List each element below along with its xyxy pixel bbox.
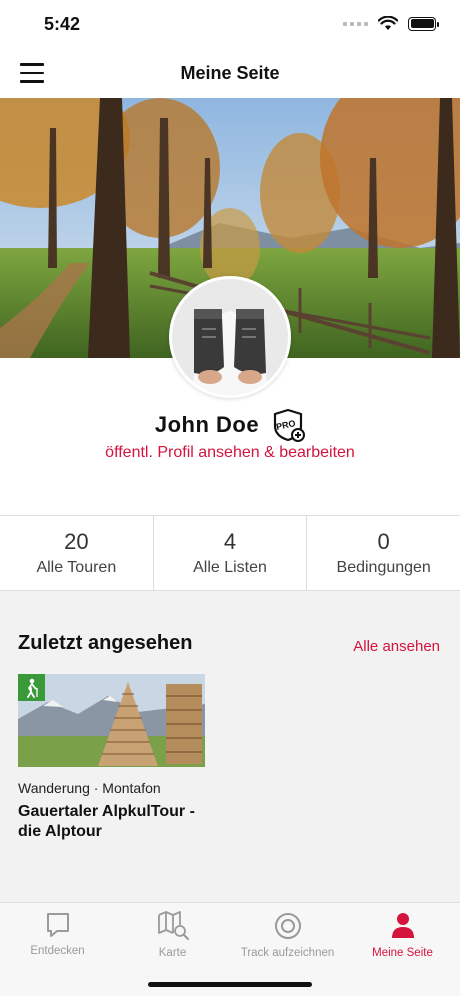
stat-label: Alle Touren [36, 559, 117, 576]
see-all-link[interactable]: Alle ansehen [353, 638, 440, 655]
tab-meine-seite[interactable]: Meine Seite [345, 911, 460, 959]
edit-profile-link[interactable]: öffentl. Profil ansehen & bearbeiten [0, 444, 460, 462]
avatar[interactable] [169, 276, 291, 398]
tour-card[interactable]: Wanderung · Montafon Gauertaler AlpkulTo… [18, 674, 206, 842]
status-bar: 5:42 [0, 0, 460, 48]
stat-conditions[interactable]: 0 Bedingungen [306, 516, 460, 590]
tab-label: Track aufzeichnen [240, 947, 335, 959]
tour-name: Gauertaler AlpkulTour - die Alptour [18, 803, 195, 840]
stat-value: 4 [223, 529, 237, 554]
stat-value: 0 [377, 529, 390, 554]
tab-karte[interactable]: Karte [115, 911, 230, 959]
chat-bubble-icon [46, 913, 69, 937]
navigation-bar: Meine Seite [0, 48, 460, 98]
stat-value: 20 [64, 529, 89, 554]
status-time: 5:42 [44, 14, 81, 34]
tab-label: Entdecken [30, 945, 85, 957]
hiking-icon [18, 674, 45, 701]
tab-track-aufzeichnen[interactable]: Track aufzeichnen [230, 911, 345, 959]
tour-meta: Wanderung · Montafon [18, 780, 161, 796]
battery-icon [408, 16, 439, 31]
user-name: John Doe [154, 412, 260, 437]
map-search-icon [157, 911, 189, 940]
record-icon [274, 913, 301, 939]
stat-tours[interactable]: 20 Alle Touren [0, 516, 153, 590]
recent-section-title: Zuletzt angesehen [18, 632, 193, 654]
tab-label: Karte [158, 947, 187, 959]
tab-bar: Entdecken Karte Track aufzeichnen Meine … [0, 902, 460, 996]
status-icons [343, 16, 439, 31]
tab-entdecken[interactable]: Entdecken [0, 911, 115, 957]
page-title: Meine Seite [180, 63, 280, 83]
stat-lists[interactable]: 4 Alle Listen [152, 516, 307, 590]
wifi-icon [378, 16, 398, 30]
tour-image [18, 674, 205, 767]
profile-name-row: John Doe PRO [0, 408, 460, 442]
tab-label: Meine Seite [372, 947, 433, 959]
person-icon [391, 913, 414, 938]
home-indicator[interactable] [148, 982, 312, 987]
stats-bar: 20 Alle Touren 4 Alle Listen 0 Bedingung… [0, 515, 460, 591]
pro-badge-icon: PRO [274, 408, 306, 442]
stat-label: Alle Listen [193, 559, 267, 576]
stat-label: Bedingungen [336, 559, 431, 576]
cellular-signal-icon [343, 21, 368, 26]
